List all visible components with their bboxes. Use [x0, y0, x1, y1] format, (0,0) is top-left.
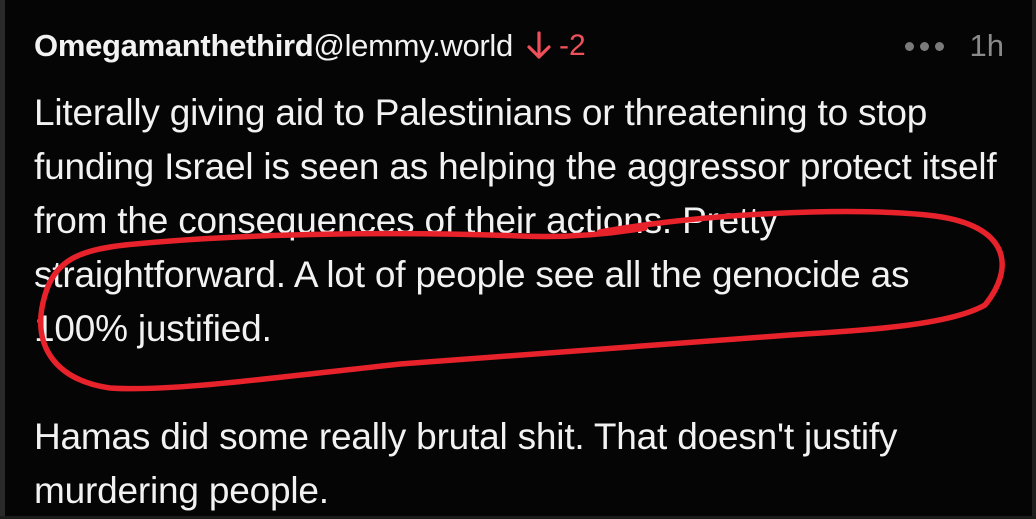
dot-icon — [934, 41, 944, 51]
dot-icon — [904, 41, 914, 51]
more-dots-icon[interactable] — [904, 34, 944, 58]
left-edge-divider — [0, 0, 5, 519]
author-instance[interactable]: @lemmy.world — [313, 28, 513, 63]
author-link[interactable]: Omegamanthethird@lemmy.world — [34, 28, 513, 64]
comment-header: Omegamanthethird@lemmy.world -2 1h — [34, 22, 1004, 70]
vote-score: -2 — [558, 29, 586, 62]
comment-card: Omegamanthethird@lemmy.world -2 1h Liter… — [34, 22, 1004, 518]
screenshot-frame: Omegamanthethird@lemmy.world -2 1h Liter… — [0, 0, 1036, 519]
author-username[interactable]: Omegamanthethird — [34, 28, 314, 63]
arrow-down-icon — [527, 31, 551, 59]
right-edge-divider — [1032, 0, 1036, 519]
vote-score-button[interactable]: -2 — [525, 29, 586, 63]
comment-body: Literally giving aid to Palestinians or … — [34, 86, 1004, 518]
comment-paragraph: Literally giving aid to Palestinians or … — [34, 92, 997, 349]
comment-timestamp: 1h — [969, 28, 1004, 63]
header-right: 1h — [904, 22, 1004, 70]
comment-paragraph: Hamas did some really brutal shit. That … — [34, 416, 898, 511]
dot-icon — [919, 41, 929, 51]
